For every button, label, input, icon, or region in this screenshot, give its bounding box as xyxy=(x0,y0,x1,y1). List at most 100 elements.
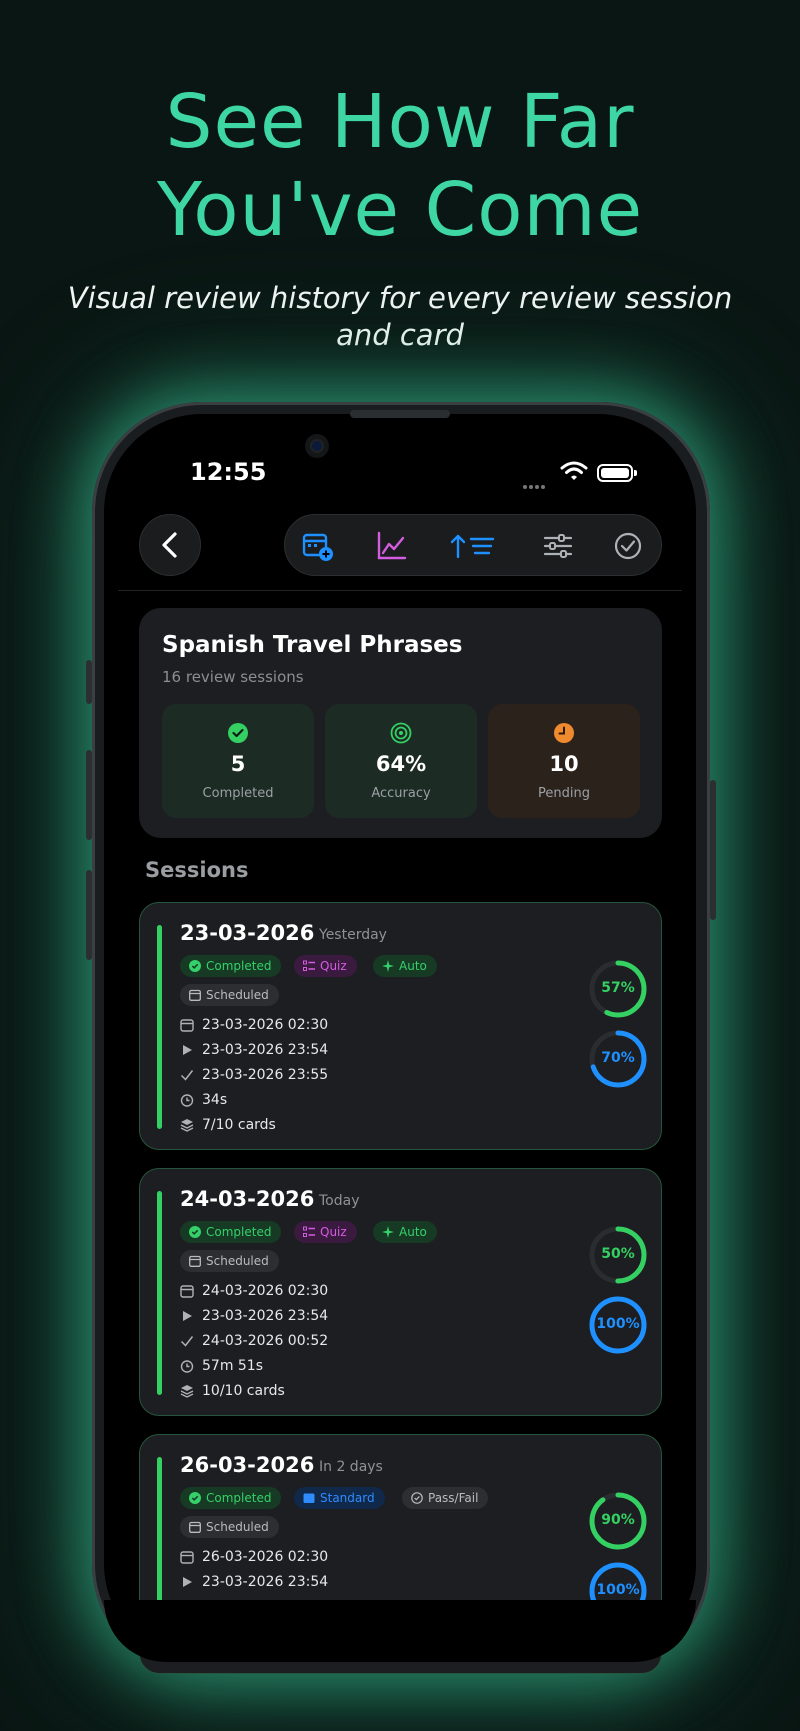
mode-badge: Quiz xyxy=(294,1221,357,1243)
started-time: 23-03-2026 23:54 xyxy=(202,1042,329,1058)
stat-label: Pending xyxy=(538,786,590,801)
finished-time: 23-03-2026 23:55 xyxy=(202,1067,329,1083)
subline-line-1: Visual review history for every review s… xyxy=(67,281,733,315)
badge-label: Quiz xyxy=(320,959,347,973)
badge-label: Quiz xyxy=(320,1225,347,1239)
check-circle-icon xyxy=(411,1492,423,1504)
status-badge: Completed xyxy=(180,1221,282,1243)
accuracy-ring: 90% xyxy=(588,1491,648,1551)
session-relative-date: Today xyxy=(319,1193,360,1209)
battery-icon xyxy=(597,464,637,482)
scheduled-time: 23-03-2026 02:30 xyxy=(202,1017,329,1033)
duration: 34s xyxy=(202,1092,228,1108)
back-button[interactable] xyxy=(139,514,201,576)
status-time: 12:55 xyxy=(190,458,267,486)
stat-value: 10 xyxy=(549,752,579,776)
play-icon xyxy=(183,1311,192,1321)
badge-label: Scheduled xyxy=(206,1254,269,1268)
badge-label: Standard xyxy=(320,1491,375,1505)
list-icon xyxy=(303,1226,315,1237)
calendar-icon xyxy=(189,1521,201,1533)
check-circle-icon[interactable] xyxy=(611,529,645,563)
sparkle-icon xyxy=(382,960,394,972)
chevron-left-icon xyxy=(162,532,177,558)
signal-dots-icon xyxy=(523,474,551,489)
line-chart-icon[interactable] xyxy=(375,529,409,563)
grading-badge: Pass/Fail xyxy=(402,1487,489,1509)
front-camera xyxy=(305,434,329,458)
check-circle-icon xyxy=(189,1492,201,1504)
ring-percent: 57% xyxy=(601,980,635,996)
screen-bottom-bezel xyxy=(104,1600,696,1662)
badge-label: Scheduled xyxy=(206,1520,269,1534)
duration: 57m 51s xyxy=(202,1358,264,1374)
calendar-add-icon[interactable] xyxy=(301,529,335,563)
deck-subtitle: 16 review sessions xyxy=(162,668,304,686)
session-card[interactable]: 24-03-2026 Today Completed Quiz Auto Sch… xyxy=(139,1168,662,1416)
ring-percent: 100% xyxy=(596,1582,640,1598)
session-relative-date: In 2 days xyxy=(319,1459,383,1475)
sort-up-icon[interactable] xyxy=(449,529,499,563)
scheduled-badge: Scheduled xyxy=(180,1250,279,1272)
cards-count: 10/10 cards xyxy=(202,1383,285,1399)
stat-accuracy: 64% Accuracy xyxy=(325,704,477,818)
timer-icon xyxy=(180,1360,194,1373)
started-time: 23-03-2026 23:54 xyxy=(202,1308,329,1324)
calendar-icon xyxy=(180,1285,194,1298)
finished-time: 24-03-2026 00:52 xyxy=(202,1333,329,1349)
badge-label: Scheduled xyxy=(206,988,269,1002)
session-relative-date: Yesterday xyxy=(319,927,387,943)
session-status-bar xyxy=(157,925,162,1129)
badge-label: Completed xyxy=(206,1225,272,1239)
calendar-icon xyxy=(180,1019,194,1032)
card-icon xyxy=(303,1493,315,1503)
earpiece-speaker xyxy=(350,410,450,418)
ring-percent: 90% xyxy=(601,1512,635,1528)
session-status-bar xyxy=(157,1191,162,1395)
phone-volume-up xyxy=(86,750,92,840)
deck-title: Spanish Travel Phrases xyxy=(162,632,463,658)
stat-value: 64% xyxy=(375,752,427,776)
phone-power-button xyxy=(710,780,716,920)
session-date: 26-03-2026 xyxy=(180,1453,315,1477)
deck-summary-card: Spanish Travel Phrases 16 review session… xyxy=(139,608,662,838)
toolbar-divider xyxy=(118,590,682,591)
scheduled-badge: Scheduled xyxy=(180,984,279,1006)
sparkle-icon xyxy=(382,1226,394,1238)
ring-percent: 100% xyxy=(596,1316,640,1332)
badge-label: Auto xyxy=(399,1225,427,1239)
sessions-heading: Sessions xyxy=(145,858,249,882)
calendar-icon xyxy=(180,1551,194,1564)
sliders-icon[interactable] xyxy=(541,529,575,563)
status-badge: Completed xyxy=(180,955,282,977)
badge-label: Completed xyxy=(206,959,272,973)
checkmark-icon xyxy=(180,1070,194,1081)
calendar-icon xyxy=(189,1255,201,1267)
ring-percent: 50% xyxy=(601,1246,635,1262)
mode-badge: Standard xyxy=(294,1487,385,1509)
badge-label: Auto xyxy=(399,959,427,973)
session-date: 24-03-2026 xyxy=(180,1187,315,1211)
timer-icon xyxy=(180,1094,194,1107)
completion-ring: 100% xyxy=(588,1295,648,1355)
wifi-icon xyxy=(560,461,588,480)
accuracy-ring: 50% xyxy=(588,1225,648,1285)
stat-value: 5 xyxy=(230,752,246,776)
subline-line-2: and card xyxy=(336,318,464,352)
stat-label: Accuracy xyxy=(371,786,431,801)
badge-label: Completed xyxy=(206,1491,272,1505)
mode-badge: Quiz xyxy=(294,955,357,977)
session-date: 23-03-2026 xyxy=(180,921,315,945)
ring-percent: 70% xyxy=(601,1050,635,1066)
accuracy-ring: 57% xyxy=(588,959,648,1019)
completion-ring: 70% xyxy=(588,1029,648,1089)
calendar-icon xyxy=(189,989,201,1001)
phone-side-button xyxy=(86,660,92,704)
headline-line-2: You've Come xyxy=(156,167,644,253)
toolbar-pill xyxy=(284,514,662,576)
session-card[interactable]: 23-03-2026 Yesterday Completed Quiz Auto… xyxy=(139,902,662,1150)
trigger-badge: Auto xyxy=(373,1221,437,1243)
promo-headline: See How Far You've Come xyxy=(0,78,800,254)
check-circle-icon xyxy=(189,1226,201,1238)
stat-label: Completed xyxy=(202,786,274,801)
